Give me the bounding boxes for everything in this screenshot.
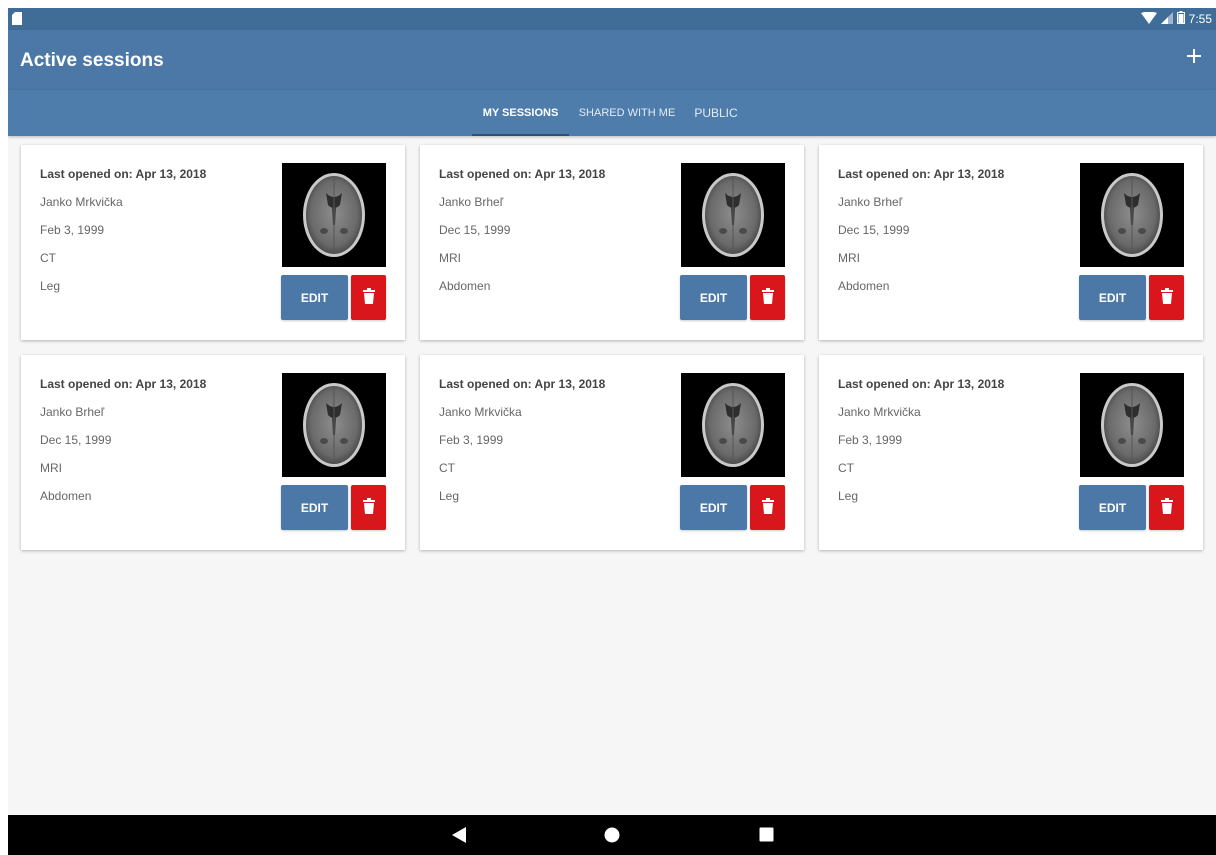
edit-button[interactable]: EDIT [281, 275, 348, 320]
status-icons: 7:55 [1140, 11, 1212, 27]
battery-icon [1176, 11, 1185, 27]
edit-button[interactable]: EDIT [1079, 275, 1146, 320]
last-opened-label: Last opened on: Apr 13, 2018 [40, 377, 207, 391]
patient-date: Dec 15, 1999 [40, 433, 112, 447]
plus-icon [1187, 48, 1201, 68]
modality-label: CT [40, 251, 56, 265]
trash-icon [1160, 498, 1173, 517]
patient-name: Janko Brheľ [40, 405, 105, 419]
session-info: Last opened on: Apr 13, 2018 Janko Mrkvič… [838, 376, 1004, 516]
modality-label: MRI [40, 461, 62, 475]
scan-thumbnail [1080, 163, 1184, 267]
tabs: MY SESSIONS SHARED WITH ME PUBLIC [472, 90, 747, 136]
tab-bar: MY SESSIONS SHARED WITH ME PUBLIC [8, 90, 1216, 136]
body-part-label: Leg [40, 279, 61, 293]
last-opened-label: Last opened on: Apr 13, 2018 [439, 167, 606, 181]
modality-label: CT [439, 461, 455, 475]
tab-public[interactable]: PUBLIC [685, 90, 747, 136]
session-info: Last opened on: Apr 13, 2018 Janko Brheľ D… [439, 166, 605, 306]
scan-thumbnail [681, 373, 785, 477]
scan-thumbnail [1080, 373, 1184, 477]
clock: 7:55 [1188, 12, 1212, 26]
sd-card-icon [12, 12, 22, 25]
trash-icon [362, 288, 375, 307]
last-opened-label: Last opened on: Apr 13, 2018 [40, 167, 207, 181]
session-info: Last opened on: Apr 13, 2018 Janko Brheľ D… [838, 166, 1004, 306]
modality-label: CT [838, 461, 854, 475]
session-card[interactable]: Last opened on: Apr 13, 2018 Janko Brheľ D… [420, 145, 804, 340]
patient-name: Janko Mrkvička [838, 405, 921, 419]
patient-date: Feb 3, 1999 [40, 223, 105, 237]
tab-shared-with-me[interactable]: SHARED WITH ME [569, 90, 685, 136]
patient-date: Feb 3, 1999 [439, 433, 504, 447]
body-part-label: Abdomen [40, 489, 92, 503]
trash-icon [362, 498, 375, 517]
delete-button[interactable] [351, 485, 386, 530]
modality-label: MRI [838, 251, 860, 265]
session-card[interactable]: Last opened on: Apr 13, 2018 Janko Mrkvič… [420, 355, 804, 550]
edit-button[interactable]: EDIT [281, 485, 348, 530]
app-bar: Active sessions [8, 30, 1216, 90]
session-card[interactable]: Last opened on: Apr 13, 2018 Janko Mrkvič… [21, 145, 405, 340]
wifi-icon [1140, 11, 1157, 27]
edit-button[interactable]: EDIT [680, 485, 747, 530]
body-part-label: Abdomen [838, 279, 890, 293]
patient-date: Feb 3, 1999 [838, 433, 903, 447]
navigation-bar [8, 815, 1216, 855]
body-part-label: Abdomen [439, 279, 491, 293]
patient-date: Dec 15, 1999 [439, 223, 511, 237]
recents-icon[interactable] [759, 827, 774, 847]
tab-my-sessions[interactable]: MY SESSIONS [472, 90, 569, 136]
trash-icon [761, 498, 774, 517]
home-icon[interactable] [604, 827, 620, 848]
edit-button[interactable]: EDIT [680, 275, 747, 320]
add-session-button[interactable] [1182, 46, 1206, 70]
signal-icon [1160, 11, 1173, 27]
patient-name: Janko Mrkvička [439, 405, 522, 419]
patient-date: Dec 15, 1999 [838, 223, 910, 237]
session-info: Last opened on: Apr 13, 2018 Janko Mrkvič… [439, 376, 605, 516]
patient-name: Janko Mrkvička [40, 195, 123, 209]
trash-icon [761, 288, 774, 307]
session-card[interactable]: Last opened on: Apr 13, 2018 Janko Mrkvič… [819, 355, 1203, 550]
session-card[interactable]: Last opened on: Apr 13, 2018 Janko Brheľ D… [819, 145, 1203, 340]
scan-thumbnail [282, 163, 386, 267]
body-part-label: Leg [439, 489, 460, 503]
delete-button[interactable] [1149, 275, 1184, 320]
scan-thumbnail [282, 373, 386, 477]
last-opened-label: Last opened on: Apr 13, 2018 [838, 167, 1005, 181]
body-part-label: Leg [838, 489, 859, 503]
status-bar: 7:55 [8, 8, 1216, 30]
last-opened-label: Last opened on: Apr 13, 2018 [439, 377, 606, 391]
page-title: Active sessions [20, 50, 164, 71]
modality-label: MRI [439, 251, 461, 265]
session-card[interactable]: Last opened on: Apr 13, 2018 Janko Brheľ D… [21, 355, 405, 550]
session-info: Last opened on: Apr 13, 2018 Janko Brheľ D… [40, 376, 206, 516]
device-screen: 7:55 Active sessions MY SESSIONS SHARED … [8, 8, 1216, 855]
patient-name: Janko Brheľ [439, 195, 504, 209]
scan-thumbnail [681, 163, 785, 267]
trash-icon [1160, 288, 1173, 307]
patient-name: Janko Brheľ [838, 195, 903, 209]
edit-button[interactable]: EDIT [1079, 485, 1146, 530]
back-icon[interactable] [452, 827, 466, 848]
delete-button[interactable] [351, 275, 386, 320]
session-info: Last opened on: Apr 13, 2018 Janko Mrkvič… [40, 166, 206, 306]
delete-button[interactable] [750, 275, 785, 320]
last-opened-label: Last opened on: Apr 13, 2018 [838, 377, 1005, 391]
delete-button[interactable] [750, 485, 785, 530]
delete-button[interactable] [1149, 485, 1184, 530]
